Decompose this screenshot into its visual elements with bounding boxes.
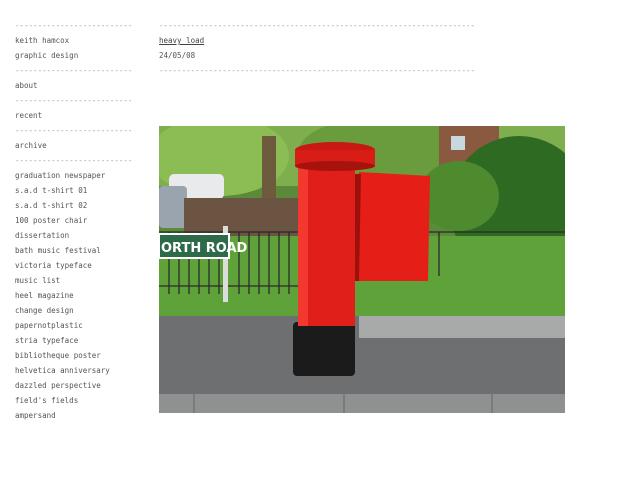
project-list: graduation newspaper s.a.d t-shirt 01 s.… bbox=[15, 168, 133, 423]
project-link[interactable]: s.a.d t-shirt 01 bbox=[15, 186, 87, 195]
project-link[interactable]: bath music festival bbox=[15, 246, 101, 255]
project-link[interactable]: helvetica anniversary bbox=[15, 366, 110, 375]
project-link[interactable]: dazzled perspective bbox=[15, 381, 101, 390]
sidebar: ----------------------------------------… bbox=[15, 18, 133, 423]
divider: ----------------------------------------… bbox=[159, 21, 476, 30]
divider: ----------------------------------------… bbox=[15, 66, 133, 75]
project-link[interactable]: s.a.d t-shirt 02 bbox=[15, 201, 87, 210]
post-title-link[interactable]: heavy load bbox=[159, 36, 204, 45]
project-link[interactable]: change design bbox=[15, 306, 74, 315]
street-sign-text: ORTH ROAD bbox=[161, 241, 248, 256]
post-header: ----------------------------------------… bbox=[159, 18, 504, 78]
project-link[interactable]: dissertation bbox=[15, 231, 69, 240]
postbox-photo-illustration: ORTH ROAD bbox=[159, 126, 565, 413]
project-link[interactable]: victoria typeface bbox=[15, 261, 92, 270]
post-photo: ORTH ROAD bbox=[159, 126, 565, 413]
project-link[interactable]: papernotplastic bbox=[15, 321, 83, 330]
project-link[interactable]: graduation newspaper bbox=[15, 171, 105, 180]
project-link[interactable]: ampersand bbox=[15, 411, 56, 420]
divider: ----------------------------------------… bbox=[15, 96, 133, 105]
author-name: keith hamcox bbox=[15, 36, 70, 45]
nav-about-link[interactable]: about bbox=[15, 81, 38, 90]
post-date: 24/05/08 bbox=[159, 51, 196, 60]
divider: ----------------------------------------… bbox=[159, 66, 476, 75]
project-link[interactable]: field's fields bbox=[15, 396, 78, 405]
divider: ----------------------------------------… bbox=[15, 21, 133, 30]
nav-archive-link[interactable]: archive bbox=[15, 141, 47, 150]
nav-recent-link[interactable]: recent bbox=[15, 111, 42, 120]
project-link[interactable]: 100 poster chair bbox=[15, 216, 87, 225]
author-subtitle: graphic design bbox=[15, 51, 79, 60]
divider: ----------------------------------------… bbox=[15, 156, 133, 165]
divider: ----------------------------------------… bbox=[15, 126, 133, 135]
project-link[interactable]: stria typeface bbox=[15, 336, 78, 345]
project-link[interactable]: music list bbox=[15, 276, 60, 285]
project-link[interactable]: bibliotheque poster bbox=[15, 351, 101, 360]
project-link[interactable]: heel magazine bbox=[15, 291, 74, 300]
